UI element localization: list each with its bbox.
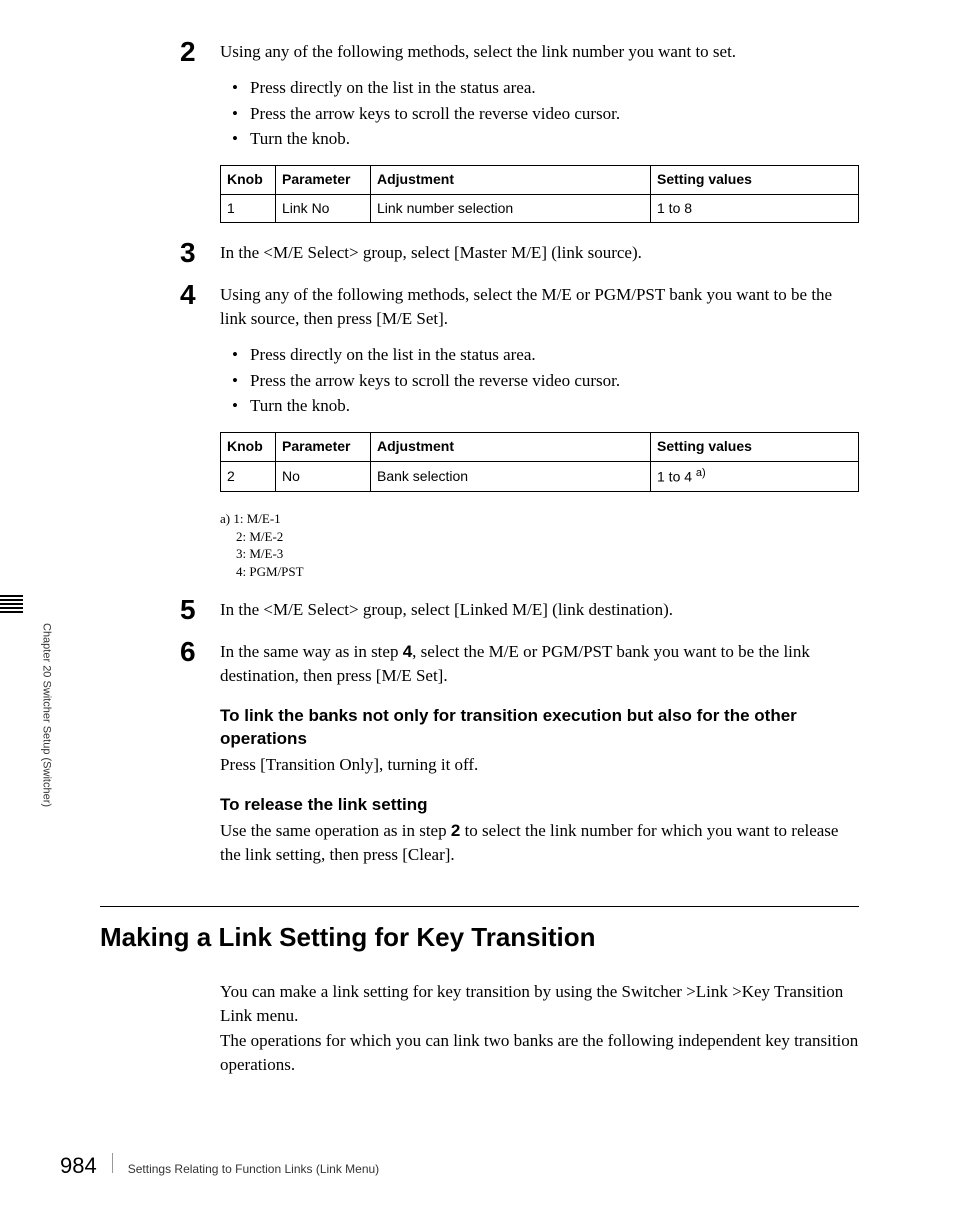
td-knob: 2 <box>221 461 276 491</box>
footer-divider <box>112 1153 113 1173</box>
step-text: Using any of the following methods, sele… <box>220 40 859 64</box>
th-parameter: Parameter <box>276 166 371 195</box>
step-6: 6 In the same way as in step 4, select t… <box>220 640 859 688</box>
th-setting: Setting values <box>651 433 859 462</box>
bullet-item: Press directly on the list in the status… <box>232 76 859 100</box>
paragraph: You can make a link setting for key tran… <box>220 980 859 1028</box>
footer-text: Settings Relating to Function Links (Lin… <box>128 1161 379 1178</box>
bullet-item: Press the arrow keys to scroll the rever… <box>232 102 859 126</box>
bullet-item: Turn the knob. <box>232 394 859 418</box>
footnote: a) 1: M/E-1 2: M/E-2 3: M/E-3 4: PGM/PST <box>220 510 859 580</box>
step-number: 3 <box>180 233 196 272</box>
footnote-line: 3: M/E-3 <box>236 545 859 563</box>
step-5: 5 In the <M/E Select> group, select [Lin… <box>220 598 859 622</box>
td-adjustment: Link number selection <box>371 194 651 223</box>
step-number: 5 <box>180 590 196 629</box>
td-parameter: Link No <box>276 194 371 223</box>
td-setting: 1 to 8 <box>651 194 859 223</box>
chapter-side-label: Chapter 20 Switcher Setup (Switcher) <box>38 623 53 807</box>
paragraph: Use the same operation as in step 2 to s… <box>220 819 859 867</box>
td-parameter: No <box>276 461 371 491</box>
step-4: 4 Using any of the following methods, se… <box>220 283 859 580</box>
th-adjustment: Adjustment <box>371 166 651 195</box>
step-2: 2 Using any of the following methods, se… <box>220 40 859 223</box>
table-row: 2 No Bank selection 1 to 4 a) <box>221 461 859 491</box>
step-3: 3 In the <M/E Select> group, select [Mas… <box>220 241 859 265</box>
bullet-list: Press directly on the list in the status… <box>232 343 859 418</box>
td-adjustment: Bank selection <box>371 461 651 491</box>
paragraph: The operations for which you can link tw… <box>220 1029 859 1077</box>
th-knob: Knob <box>221 166 276 195</box>
step-text: In the same way as in step 4, select the… <box>220 640 859 688</box>
step-number: 2 <box>180 32 196 71</box>
bullet-item: Turn the knob. <box>232 127 859 151</box>
step-number: 4 <box>180 275 196 314</box>
bullet-list: Press directly on the list in the status… <box>232 76 859 151</box>
th-setting: Setting values <box>651 166 859 195</box>
th-knob: Knob <box>221 433 276 462</box>
th-parameter: Parameter <box>276 433 371 462</box>
section-heading: Making a Link Setting for Key Transition <box>100 906 859 955</box>
step-number: 6 <box>180 632 196 671</box>
td-knob: 1 <box>221 194 276 223</box>
parameter-table-1: Knob Parameter Adjustment Setting values… <box>220 165 859 223</box>
table-row: 1 Link No Link number selection 1 to 8 <box>221 194 859 223</box>
subheading: To link the banks not only for transitio… <box>220 704 859 752</box>
footnote-line: 2: M/E-2 <box>236 528 859 546</box>
bullet-item: Press the arrow keys to scroll the rever… <box>232 369 859 393</box>
page-footer: 984 Settings Relating to Function Links … <box>60 1151 859 1182</box>
side-tab-marks <box>0 595 28 599</box>
parameter-table-2: Knob Parameter Adjustment Setting values… <box>220 432 859 492</box>
footnote-line: 4: PGM/PST <box>236 563 859 581</box>
step-text: In the <M/E Select> group, select [Linke… <box>220 598 859 622</box>
paragraph: Press [Transition Only], turning it off. <box>220 753 859 777</box>
td-setting: 1 to 4 a) <box>651 461 859 491</box>
th-adjustment: Adjustment <box>371 433 651 462</box>
page-number: 984 <box>60 1151 97 1182</box>
step-text: Using any of the following methods, sele… <box>220 283 859 331</box>
bullet-item: Press directly on the list in the status… <box>232 343 859 367</box>
step-text: In the <M/E Select> group, select [Maste… <box>220 241 859 265</box>
footnote-line: a) 1: M/E-1 <box>220 510 859 528</box>
subheading: To release the link setting <box>220 793 859 817</box>
